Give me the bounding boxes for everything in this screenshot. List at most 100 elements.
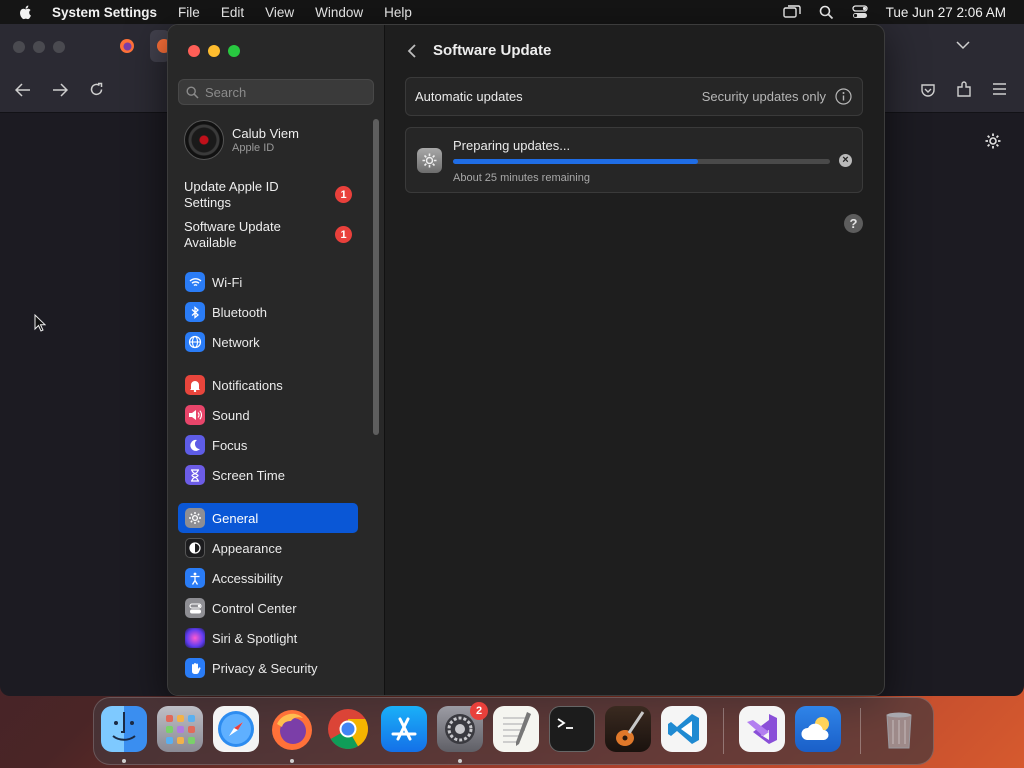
- main-pane: Software Update Automatic updates Securi…: [385, 25, 884, 695]
- safari-dock-icon[interactable]: [213, 706, 259, 752]
- account-name: Calub Viem: [232, 126, 299, 141]
- forward-arrow-icon[interactable]: [52, 83, 68, 97]
- sidebar-item-label: Appearance: [212, 540, 283, 556]
- menu-view[interactable]: View: [265, 5, 294, 20]
- automatic-updates-row[interactable]: Automatic updates Security updates only: [405, 77, 863, 116]
- control-center-icon: [185, 598, 205, 618]
- page-settings-gear-icon[interactable]: [984, 132, 1002, 150]
- notice-label: Software Update Available: [184, 219, 281, 250]
- sidebar-item-network[interactable]: Network: [178, 327, 358, 357]
- software-update-notice[interactable]: Software Update Available 1: [184, 219, 364, 251]
- sidebar-item-sound[interactable]: Sound: [178, 400, 358, 430]
- update-progress-card: Preparing updates... About 25 minutes re…: [405, 127, 863, 193]
- sidebar-item-label: Bluetooth: [212, 304, 267, 320]
- sidebar-item-label: Accessibility: [212, 570, 283, 586]
- sidebar-item-label: Notifications: [212, 377, 283, 393]
- sidebar-item-appearance[interactable]: Appearance: [178, 533, 358, 563]
- sidebar-item-label: General: [212, 510, 259, 526]
- sidebar-item-general[interactable]: General: [178, 503, 358, 533]
- extensions-icon[interactable]: [956, 81, 972, 98]
- system-settings-window: Search Calub Viem Apple ID Update Apple …: [167, 24, 885, 696]
- sidebar-item-label: Privacy & Security: [212, 660, 318, 676]
- dock-running-dot: [122, 759, 126, 763]
- settings-badge: 2: [470, 702, 488, 720]
- accessibility-icon: [185, 568, 205, 588]
- update-status-title: Preparing updates...: [453, 138, 571, 153]
- notice-label: Update Apple ID Settings: [184, 179, 279, 210]
- window-zoom-button[interactable]: [228, 45, 240, 57]
- software-update-gear-icon: [417, 148, 442, 173]
- firefox-dock-icon[interactable]: [269, 706, 315, 752]
- sidebar-item-wifi[interactable]: Wi-Fi: [178, 267, 358, 297]
- textedit-dock-icon[interactable]: [493, 706, 539, 752]
- dock-separator: [860, 708, 861, 754]
- terminal-dock-icon[interactable]: [549, 706, 595, 752]
- update-progress-bar: [453, 159, 830, 164]
- weather-dock-icon[interactable]: [795, 706, 841, 752]
- appearance-icon: [185, 538, 205, 558]
- hamburger-menu-icon[interactable]: [992, 83, 1007, 95]
- pocket-icon[interactable]: [920, 82, 936, 98]
- screen-mirroring-icon[interactable]: [782, 5, 801, 19]
- launchpad-dock-icon[interactable]: [157, 706, 203, 752]
- hourglass-icon: [185, 465, 205, 485]
- speaker-icon: [185, 405, 205, 425]
- apple-id-account[interactable]: Calub Viem Apple ID: [184, 120, 299, 160]
- app-store-dock-icon[interactable]: [381, 706, 427, 752]
- finder-dock-icon[interactable]: [101, 706, 147, 752]
- search-field[interactable]: Search: [178, 79, 374, 105]
- sidebar-scrollbar[interactable]: [373, 119, 379, 435]
- bluetooth-icon: [185, 302, 205, 322]
- sidebar-item-focus[interactable]: Focus: [178, 430, 358, 460]
- firefox-tab-icon: [120, 39, 134, 53]
- sidebar-item-bluetooth[interactable]: Bluetooth: [178, 297, 358, 327]
- help-button[interactable]: ?: [844, 214, 863, 233]
- update-apple-id-notice[interactable]: Update Apple ID Settings 1: [184, 179, 364, 211]
- menu-help[interactable]: Help: [384, 5, 412, 20]
- browser-tab[interactable]: [112, 30, 142, 62]
- browser-zoom-dot[interactable]: [53, 41, 65, 53]
- visual-studio-dock-icon[interactable]: [739, 706, 785, 752]
- chrome-dock-icon[interactable]: [325, 706, 371, 752]
- automatic-updates-label: Automatic updates: [415, 89, 523, 104]
- spotlight-search-icon[interactable]: [819, 5, 834, 20]
- update-time-remaining: About 25 minutes remaining: [453, 172, 590, 184]
- back-chevron-icon[interactable]: [407, 43, 417, 59]
- browser-minimize-dot[interactable]: [33, 41, 45, 53]
- menu-clock[interactable]: Tue Jun 27 2:06 AM: [886, 5, 1006, 20]
- wifi-icon: [185, 272, 205, 292]
- sidebar-item-label: Wi-Fi: [212, 274, 243, 290]
- sidebar-item-label: Sound: [212, 407, 250, 423]
- reload-icon[interactable]: [89, 82, 104, 97]
- tab-list-chevron-icon[interactable]: [956, 40, 970, 50]
- sidebar-item-accessibility[interactable]: Accessibility: [178, 563, 358, 593]
- menu-window[interactable]: Window: [315, 5, 363, 20]
- moon-icon: [185, 435, 205, 455]
- menu-file[interactable]: File: [178, 5, 200, 20]
- vscode-dock-icon[interactable]: [661, 706, 707, 752]
- info-icon[interactable]: [835, 88, 852, 105]
- garageband-dock-icon[interactable]: [605, 706, 651, 752]
- notice-badge: 1: [335, 186, 352, 203]
- sidebar-item-notifications[interactable]: Notifications: [178, 370, 358, 400]
- sidebar-item-privacy-security[interactable]: Privacy & Security: [178, 653, 358, 683]
- window-close-button[interactable]: [188, 45, 200, 57]
- menu-app-name[interactable]: System Settings: [52, 5, 157, 20]
- cancel-update-button[interactable]: ×: [839, 154, 852, 167]
- dock-running-dot: [290, 759, 294, 763]
- trash-dock-icon[interactable]: [876, 706, 922, 752]
- automatic-updates-value: Security updates only: [701, 89, 826, 104]
- sidebar-item-label: Control Center: [212, 600, 297, 616]
- menu-edit[interactable]: Edit: [221, 5, 244, 20]
- sidebar-item-control-center[interactable]: Control Center: [178, 593, 358, 623]
- sidebar: Search Calub Viem Apple ID Update Apple …: [168, 25, 385, 695]
- browser-close-dot[interactable]: [13, 41, 25, 53]
- dock-separator: [723, 708, 724, 754]
- back-arrow-icon[interactable]: [15, 83, 31, 97]
- apple-menu-icon[interactable]: [18, 4, 34, 20]
- sidebar-item-screen-time[interactable]: Screen Time: [178, 460, 358, 490]
- window-minimize-button[interactable]: [208, 45, 220, 57]
- mouse-cursor-icon: [34, 314, 46, 332]
- sidebar-item-siri-spotlight[interactable]: Siri & Spotlight: [178, 623, 358, 653]
- control-center-menu-icon[interactable]: [852, 5, 868, 19]
